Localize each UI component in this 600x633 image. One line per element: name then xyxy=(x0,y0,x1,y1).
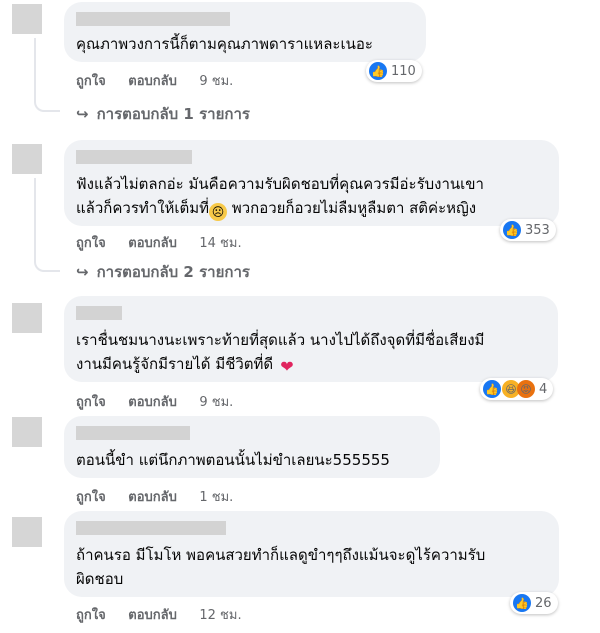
like-button[interactable]: ถูกใจ xyxy=(76,395,106,410)
comment-bubble: ตอนนี้ขำ แต่นึกภาพตอนนั้นไม่ขำเลยนะ55555… xyxy=(64,416,440,478)
commenter-name-blurred[interactable] xyxy=(76,306,122,320)
reply-button[interactable]: ตอบกลับ xyxy=(128,236,177,251)
comment-actions: ถูกใจ ตอบกลับ 9 ชม. xyxy=(76,391,251,412)
avatar[interactable] xyxy=(12,144,42,174)
thumbs-up-icon: 👍 xyxy=(503,221,521,239)
avatar[interactable] xyxy=(12,303,42,333)
comment-bubble: ฟังแล้วไม่ตลกอ่ะ มันคือความรับผิดชอบที่ค… xyxy=(64,140,559,226)
like-button[interactable]: ถูกใจ xyxy=(76,74,106,89)
comment-actions: ถูกใจ ตอบกลับ 9 ชม. xyxy=(76,70,251,91)
sad-face-emoji: ☹ xyxy=(209,203,228,221)
thread-connector xyxy=(34,178,60,272)
replies-count-label: การตอบกลับ 2 รายการ xyxy=(96,263,250,281)
reaction-count[interactable]: 👍 26 xyxy=(510,592,558,614)
reply-button[interactable]: ตอบกลับ xyxy=(128,74,177,89)
avatar[interactable] xyxy=(12,417,42,447)
comment-bubble: เราชื่นชมนางนะเพราะท้ายที่สุดแล้ว นางไปไ… xyxy=(64,296,558,382)
comment-bubble: คุณภาพวงการนี้ก็ตามคุณภาพดาราแหละเนอะ xyxy=(64,2,426,62)
comment-text-part: พวกอวยก็อวยไม่ลืมหูลืมตา สติค่ะหญิง xyxy=(227,199,477,217)
comment-bubble: ถ้าคนรอ มีโมโห พอคนสวยทำก็แลดูขำๆๆถึงแม้… xyxy=(64,511,559,597)
comment-text-line-2: แล้วก็ควรทำให้เต็มที่ ☹ พวกอวยก็อวยไม่ลืม… xyxy=(76,196,476,221)
avatar[interactable] xyxy=(12,4,42,34)
comment-text-part: งานมีคนรู้จักมีรายได้ มีชีวิตที่ดี xyxy=(76,355,278,373)
reply-arrow-icon: ↪ xyxy=(76,105,89,123)
comment-text-line-1: ฟังแล้วไม่ตลกอ่ะ มันคือความรับผิดชอบที่ค… xyxy=(76,175,484,193)
comment-text-line-1: ถ้าคนรอ มีโมโห พอคนสวยทำก็แลดูขำๆๆถึงแม้… xyxy=(76,546,486,564)
commenter-name-blurred[interactable] xyxy=(76,12,230,26)
comment-actions: ถูกใจ ตอบกลับ 1 ชม. xyxy=(76,486,251,507)
comment-text-line-1: เราชื่นชมนางนะเพราะท้ายที่สุดแล้ว นางไปไ… xyxy=(76,331,485,349)
reaction-count[interactable]: 👍 110 xyxy=(366,60,422,82)
like-button[interactable]: ถูกใจ xyxy=(76,490,106,505)
thumbs-up-icon: 👍 xyxy=(483,380,501,398)
reaction-count-value: 110 xyxy=(391,63,416,79)
thumbs-up-icon: 👍 xyxy=(369,62,387,80)
replies-count-label: การตอบกลับ 1 รายการ xyxy=(96,105,250,123)
comment-actions: ถูกใจ ตอบกลับ 14 ชม. xyxy=(76,232,260,253)
heart-emoji: ❤ xyxy=(280,357,294,376)
avatar[interactable] xyxy=(12,517,42,547)
reaction-count[interactable]: 👍 😆 😡 4 xyxy=(480,378,554,400)
view-replies-link[interactable]: ↪ การตอบกลับ 2 รายการ xyxy=(76,260,250,284)
comment-text-line-2: ผิดชอบ xyxy=(76,570,124,588)
comment-text: คุณภาพวงการนี้ก็ตามคุณภาพดาราแหละเนอะ xyxy=(76,35,373,53)
thumbs-up-icon: 👍 xyxy=(513,594,531,612)
timestamp[interactable]: 9 ชม. xyxy=(199,395,233,410)
reaction-count-value: 353 xyxy=(525,222,550,238)
timestamp[interactable]: 12 ชม. xyxy=(199,608,241,623)
comment-text: ตอนนี้ขำ แต่นึกภาพตอนนั้นไม่ขำเลยนะ55555… xyxy=(76,451,390,469)
angry-face-icon: 😡 xyxy=(517,380,535,398)
commenter-name-blurred[interactable] xyxy=(76,521,226,535)
thread-connector xyxy=(34,38,60,112)
comment-text-part: แล้วก็ควรทำให้เต็มที่ xyxy=(76,199,210,217)
view-replies-link[interactable]: ↪ การตอบกลับ 1 รายการ xyxy=(76,102,250,126)
reply-button[interactable]: ตอบกลับ xyxy=(128,608,177,623)
like-button[interactable]: ถูกใจ xyxy=(76,608,106,623)
reaction-count[interactable]: 👍 353 xyxy=(500,219,556,241)
reaction-count-value: 26 xyxy=(535,595,552,611)
reply-button[interactable]: ตอบกลับ xyxy=(128,395,177,410)
timestamp[interactable]: 14 ชม. xyxy=(199,236,241,251)
reply-arrow-icon: ↪ xyxy=(76,263,89,281)
comment-actions: ถูกใจ ตอบกลับ 12 ชม. xyxy=(76,604,260,625)
commenter-name-blurred[interactable] xyxy=(76,150,192,164)
reaction-count-value: 4 xyxy=(539,381,548,397)
timestamp[interactable]: 9 ชม. xyxy=(199,74,233,89)
comment-text-line-2: งานมีคนรู้จักมีรายได้ มีชีวิตที่ดี ❤ xyxy=(76,352,296,376)
reply-button[interactable]: ตอบกลับ xyxy=(128,490,177,505)
like-button[interactable]: ถูกใจ xyxy=(76,236,106,251)
timestamp[interactable]: 1 ชม. xyxy=(199,490,233,505)
commenter-name-blurred[interactable] xyxy=(76,426,190,440)
